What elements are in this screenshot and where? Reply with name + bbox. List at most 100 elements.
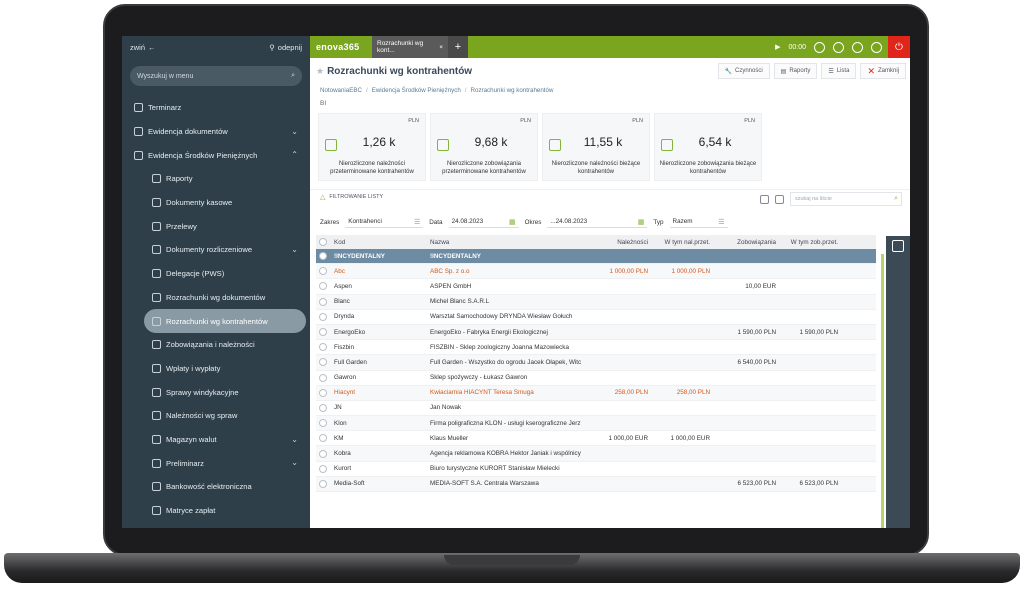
table-row[interactable]: Kurort Biuro turystyczne KURORT Stanisław… bbox=[316, 462, 876, 477]
breadcrumb-item[interactable]: Ewidencja Środków Pieniężnych bbox=[372, 87, 461, 94]
column-nazwa[interactable]: Nazwa bbox=[428, 239, 588, 246]
help-icon[interactable] bbox=[852, 41, 863, 53]
column-zob-przet[interactable]: W tym zob.przet. bbox=[782, 239, 844, 246]
scroll-indicator[interactable] bbox=[881, 254, 884, 528]
column-naleznosci[interactable]: Należności bbox=[588, 239, 654, 246]
tree-icon[interactable] bbox=[775, 194, 784, 204]
select-all[interactable] bbox=[316, 238, 330, 246]
sidebar-item[interactable]: Matryce zapłat bbox=[122, 499, 310, 523]
typ-field[interactable]: Razem ☰ bbox=[669, 216, 728, 228]
table-row[interactable]: JN Jan Nowak bbox=[316, 401, 876, 417]
user-icon[interactable] bbox=[871, 41, 882, 53]
raporty-button[interactable]: ▤ Raporty bbox=[773, 63, 818, 79]
app-screen: zwiń ← ⚲ odepnij Wyszukuj w menu ⌕ Termina… bbox=[122, 36, 910, 528]
filter-settings-icon[interactable] bbox=[760, 194, 769, 204]
list-search-input[interactable]: szukaj na liście ⌕ bbox=[790, 192, 902, 206]
play-icon[interactable]: ▶ bbox=[775, 43, 780, 51]
chevron-icon[interactable]: ⌄ bbox=[291, 245, 298, 254]
sidebar-item[interactable]: Rozrachunki wg dokumentów bbox=[122, 286, 310, 310]
zamknij-button[interactable]: ✕ Zamknij bbox=[860, 63, 906, 79]
kpi-card[interactable]: PLN 1,26 k Nierozliczone należności przete… bbox=[318, 113, 426, 181]
sidebar-item[interactable]: Wpłaty i wypłaty bbox=[122, 357, 310, 381]
row-select[interactable] bbox=[316, 403, 330, 412]
sidebar-item[interactable]: Dokumenty rozliczeniowe ⌄ bbox=[122, 238, 310, 262]
table-row[interactable]: Media-Soft MEDIA-SOFT S.A. Centrala Warsz… bbox=[316, 476, 876, 492]
menu-item-icon bbox=[152, 198, 161, 208]
row-select[interactable] bbox=[316, 358, 330, 367]
tab-rozrachunki[interactable]: Rozrachunki wg kont... × bbox=[372, 36, 448, 58]
row-select[interactable] bbox=[316, 297, 330, 306]
table-row[interactable]: Klon Firma poligraficzna KLON - usługi ks… bbox=[316, 416, 876, 432]
sidebar-item[interactable]: Terminarz bbox=[122, 96, 310, 120]
sidebar-item[interactable]: Ewidencja Środków Pieniężnych ⌃ bbox=[122, 143, 310, 167]
sidebar-item[interactable]: Preliminarz ⌄ bbox=[122, 451, 310, 475]
chevron-icon[interactable]: ⌄ bbox=[291, 127, 298, 136]
table-row[interactable]: KM Klaus Mueller 1 000,00 EUR 1 000,00 EUR bbox=[316, 431, 876, 447]
table-row[interactable]: Gawron Sklep spożywczy - Łukasz Gawron bbox=[316, 371, 876, 386]
row-select[interactable] bbox=[316, 388, 330, 397]
sidebar-item[interactable]: Raporty bbox=[122, 167, 310, 191]
table-row[interactable]: Drynda Warsztat Samochodowy DRYNDA Wiesła… bbox=[316, 310, 876, 325]
bell-icon[interactable] bbox=[814, 41, 825, 53]
column-nal-przet[interactable]: W tym nal.przet. bbox=[654, 239, 716, 246]
row-select[interactable] bbox=[316, 434, 330, 443]
okres-field[interactable]: ...24.08.2023 ▦ bbox=[547, 216, 648, 228]
data-field[interactable]: 24.08.2023 ▦ bbox=[448, 216, 519, 228]
column-zobowiazania[interactable]: Zobowiązania bbox=[716, 239, 782, 246]
add-tab-button[interactable]: + bbox=[448, 36, 468, 58]
row-select[interactable] bbox=[316, 373, 330, 382]
zakres-value: Kontrahenci bbox=[348, 218, 382, 225]
row-select[interactable] bbox=[316, 312, 330, 321]
row-select[interactable] bbox=[316, 328, 330, 337]
table-row[interactable]: !INCYDENTALNY !INCYDENTALNY bbox=[316, 249, 876, 265]
kpi-card[interactable]: PLN 6,54 k Nierozliczone zobowiązania bież… bbox=[654, 113, 762, 181]
kpi-value: 6,54 k bbox=[698, 135, 732, 149]
login-icon[interactable] bbox=[892, 240, 904, 252]
table-row[interactable]: Aspen ASPEN GmbH 10,00 EUR bbox=[316, 279, 876, 295]
row-select[interactable] bbox=[316, 252, 330, 261]
row-select[interactable] bbox=[316, 419, 330, 428]
zakres-field[interactable]: Kontrahenci ☰ bbox=[345, 216, 424, 228]
chevron-icon[interactable]: ⌄ bbox=[291, 458, 298, 467]
sidebar-item[interactable]: Przelewy bbox=[122, 214, 310, 238]
sidebar-item[interactable]: Należności wg spraw bbox=[122, 404, 310, 428]
chevron-icon[interactable]: ⌃ bbox=[291, 150, 298, 159]
table-row[interactable]: Abc ABC Sp. z o.o 1 000,00 PLN 1 000,00 PLN bbox=[316, 264, 876, 280]
chevron-icon[interactable]: ⌄ bbox=[291, 435, 298, 444]
kpi-card[interactable]: PLN 11,55 k Nierozliczone należności bieżą… bbox=[542, 113, 650, 181]
row-select[interactable] bbox=[316, 479, 330, 488]
row-select[interactable] bbox=[316, 282, 330, 291]
lista-button[interactable]: ☰ Lista bbox=[821, 63, 857, 79]
timer[interactable]: 00:00 bbox=[788, 44, 806, 51]
table-row[interactable]: Fiszbin FISZBIN - Sklep zoologiczny Joann… bbox=[316, 340, 876, 356]
sidebar-item[interactable]: Dokumenty kasowe bbox=[122, 191, 310, 215]
breadcrumb-item[interactable]: Rozrachunki wg kontrahentów bbox=[471, 87, 554, 94]
sidebar-item[interactable]: Ewidencja dokumentów ⌄ bbox=[122, 120, 310, 144]
table-row[interactable]: Kobra Agencja reklamowa KOBRA Hektor Jani… bbox=[316, 446, 876, 462]
collapse-button[interactable]: zwiń ← bbox=[130, 43, 156, 52]
sidebar-item[interactable]: Magazyn walut ⌄ bbox=[122, 428, 310, 452]
menu-search-input[interactable]: Wyszukuj w menu ⌕ bbox=[130, 66, 302, 86]
row-select[interactable] bbox=[316, 343, 330, 352]
sidebar-item[interactable]: Delegacje (PWS) bbox=[122, 262, 310, 286]
table-row[interactable]: Blanc Michel Blanc S.A.R.L bbox=[316, 294, 876, 310]
row-select[interactable] bbox=[316, 267, 330, 276]
sidebar-item[interactable]: Rozrachunki wg kontrahentów bbox=[144, 309, 306, 333]
sidebar-item[interactable]: Sprawy windykacyjne bbox=[122, 380, 310, 404]
czynnosci-button[interactable]: 🔧 Czynności bbox=[717, 63, 770, 79]
table-row[interactable]: Hiacynt Kwiaciarnia HIACYNT Teresa Smuga 2… bbox=[316, 385, 876, 401]
table-row[interactable]: EnergoEko EnergoEko - Fabryka Energii Eko… bbox=[316, 324, 876, 341]
row-select[interactable] bbox=[316, 449, 330, 458]
column-kod[interactable]: Kod bbox=[330, 239, 428, 246]
tab-close-icon[interactable]: × bbox=[439, 44, 443, 51]
unpin-button[interactable]: ⚲ odepnij bbox=[269, 43, 302, 52]
sidebar-item[interactable]: Bankowość elektroniczna bbox=[122, 475, 310, 499]
row-select[interactable] bbox=[316, 464, 330, 473]
kpi-card[interactable]: PLN 9,68 k Nierozliczone zobowiązania prze… bbox=[430, 113, 538, 181]
power-icon[interactable]: ⏻ bbox=[888, 36, 910, 58]
gear-icon[interactable] bbox=[833, 41, 844, 53]
star-icon[interactable]: ★ bbox=[316, 66, 324, 77]
breadcrumb-item[interactable]: NotowaniaEBC bbox=[320, 87, 362, 94]
table-row[interactable]: Full Garden Full Garden - Wszystko do ogr… bbox=[316, 355, 876, 371]
sidebar-item[interactable]: Zobowiązania i należności bbox=[122, 333, 310, 357]
